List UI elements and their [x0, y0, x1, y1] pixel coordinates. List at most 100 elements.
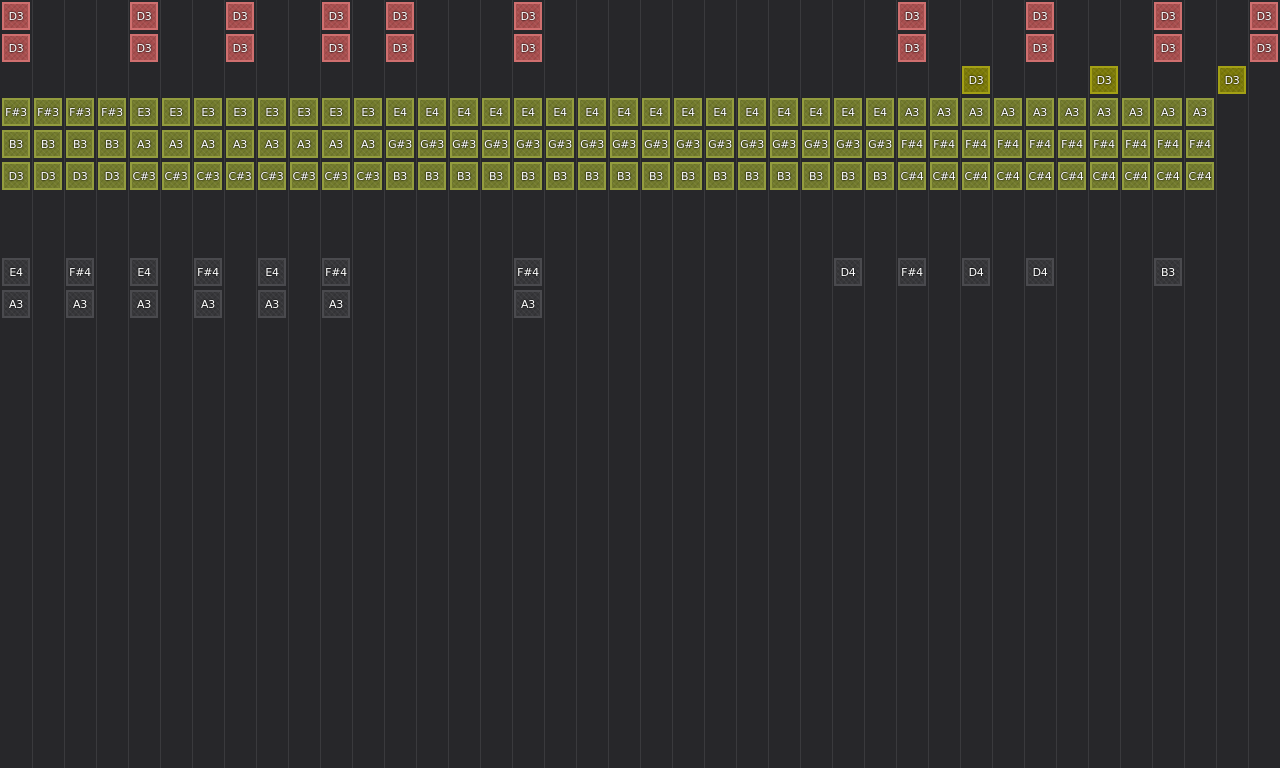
note-block-green[interactable]: E4	[706, 98, 734, 126]
note-block-green[interactable]: E3	[226, 98, 254, 126]
note-block-green[interactable]: E4	[546, 98, 574, 126]
note-block-green[interactable]: B3	[706, 162, 734, 190]
note-block-gray[interactable]: A3	[322, 290, 350, 318]
note-block-red[interactable]: D3	[1026, 34, 1054, 62]
note-block-red[interactable]: D3	[1026, 2, 1054, 30]
note-block-gray[interactable]: F#4	[66, 258, 94, 286]
note-block-green[interactable]: E4	[866, 98, 894, 126]
note-block-green[interactable]: F#4	[1090, 130, 1118, 158]
note-block-green[interactable]: G#3	[770, 130, 798, 158]
note-block-green[interactable]: A3	[290, 130, 318, 158]
note-block-red[interactable]: D3	[130, 34, 158, 62]
note-grid[interactable]: D3 D3 D3 D3 D3 D3 D3 D3 D3 D3 D3 D3 D3 D3 D3 D3 D3 D3 D3 D3…	[0, 0, 1280, 768]
note-block-green[interactable]: A3	[226, 130, 254, 158]
note-block-green[interactable]: E3	[354, 98, 382, 126]
note-block-green[interactable]: A3	[930, 98, 958, 126]
note-block-green[interactable]: C#4	[1090, 162, 1118, 190]
note-block-green[interactable]: G#3	[546, 130, 574, 158]
note-block-green[interactable]: F#4	[898, 130, 926, 158]
note-block-green[interactable]: G#3	[610, 130, 638, 158]
note-block-green[interactable]: C#4	[1026, 162, 1054, 190]
note-block-olive[interactable]: D3	[962, 66, 990, 94]
note-block-gray[interactable]: B3	[1154, 258, 1182, 286]
note-block-red[interactable]: D3	[1154, 34, 1182, 62]
note-block-green[interactable]: B3	[738, 162, 766, 190]
note-block-green[interactable]: B3	[770, 162, 798, 190]
note-block-green[interactable]: D3	[2, 162, 30, 190]
note-block-green[interactable]: B3	[674, 162, 702, 190]
note-block-green[interactable]: B3	[610, 162, 638, 190]
note-block-gray[interactable]: E4	[2, 258, 30, 286]
note-block-red[interactable]: D3	[1154, 2, 1182, 30]
note-block-green[interactable]: A3	[994, 98, 1022, 126]
note-block-green[interactable]: A3	[1058, 98, 1086, 126]
note-block-green[interactable]: C#4	[1186, 162, 1214, 190]
note-block-green[interactable]: E4	[834, 98, 862, 126]
note-block-gray[interactable]: A3	[194, 290, 222, 318]
note-block-red[interactable]: D3	[1250, 34, 1278, 62]
note-block-green[interactable]: E4	[802, 98, 830, 126]
note-block-green[interactable]: E3	[258, 98, 286, 126]
note-block-green[interactable]: E3	[162, 98, 190, 126]
note-block-green[interactable]: G#3	[866, 130, 894, 158]
note-block-green[interactable]: F#3	[34, 98, 62, 126]
note-block-green[interactable]: A3	[1154, 98, 1182, 126]
note-block-green[interactable]: E3	[130, 98, 158, 126]
note-block-green[interactable]: G#3	[706, 130, 734, 158]
note-block-green[interactable]: B3	[482, 162, 510, 190]
note-block-green[interactable]: F#4	[1186, 130, 1214, 158]
note-block-green[interactable]: C#4	[1122, 162, 1150, 190]
note-block-green[interactable]: C#4	[930, 162, 958, 190]
note-block-green[interactable]: C#3	[354, 162, 382, 190]
note-block-green[interactable]: A3	[1090, 98, 1118, 126]
note-block-green[interactable]: A3	[194, 130, 222, 158]
note-block-green[interactable]: C#3	[162, 162, 190, 190]
note-block-red[interactable]: D3	[2, 34, 30, 62]
note-block-olive[interactable]: D3	[1218, 66, 1246, 94]
note-block-green[interactable]: F#4	[1122, 130, 1150, 158]
note-block-green[interactable]: B3	[514, 162, 542, 190]
note-block-green[interactable]: E4	[482, 98, 510, 126]
note-block-green[interactable]: B3	[2, 130, 30, 158]
note-block-green[interactable]: C#3	[258, 162, 286, 190]
note-block-green[interactable]: F#4	[962, 130, 990, 158]
note-block-green[interactable]: A3	[898, 98, 926, 126]
note-block-green[interactable]: F#4	[1058, 130, 1086, 158]
note-block-green[interactable]: E3	[194, 98, 222, 126]
note-block-red[interactable]: D3	[514, 2, 542, 30]
note-block-green[interactable]: C#3	[290, 162, 318, 190]
note-block-green[interactable]: C#3	[226, 162, 254, 190]
note-block-green[interactable]: C#4	[1154, 162, 1182, 190]
note-block-green[interactable]: E4	[642, 98, 670, 126]
note-block-green[interactable]: C#4	[962, 162, 990, 190]
note-block-green[interactable]: A3	[130, 130, 158, 158]
note-block-green[interactable]: C#3	[130, 162, 158, 190]
note-block-green[interactable]: A3	[322, 130, 350, 158]
note-block-green[interactable]: F#3	[66, 98, 94, 126]
note-block-gray[interactable]: D4	[1026, 258, 1054, 286]
note-block-green[interactable]: B3	[578, 162, 606, 190]
note-block-green[interactable]: F#4	[1154, 130, 1182, 158]
note-block-gray[interactable]: A3	[66, 290, 94, 318]
note-block-green[interactable]: A3	[1186, 98, 1214, 126]
note-block-green[interactable]: E4	[674, 98, 702, 126]
note-block-gray[interactable]: A3	[130, 290, 158, 318]
note-block-green[interactable]: B3	[66, 130, 94, 158]
note-block-green[interactable]: D3	[98, 162, 126, 190]
note-block-gray[interactable]: A3	[2, 290, 30, 318]
note-block-gray[interactable]: E4	[258, 258, 286, 286]
note-block-green[interactable]: F#3	[2, 98, 30, 126]
note-block-green[interactable]: D3	[66, 162, 94, 190]
note-block-red[interactable]: D3	[130, 2, 158, 30]
note-block-green[interactable]: B3	[642, 162, 670, 190]
note-block-green[interactable]: A3	[258, 130, 286, 158]
note-block-red[interactable]: D3	[898, 34, 926, 62]
note-block-green[interactable]: B3	[386, 162, 414, 190]
note-block-green[interactable]: C#3	[322, 162, 350, 190]
note-block-green[interactable]: B3	[802, 162, 830, 190]
note-block-green[interactable]: B3	[546, 162, 574, 190]
note-block-green[interactable]: E4	[610, 98, 638, 126]
note-block-green[interactable]: G#3	[450, 130, 478, 158]
note-block-green[interactable]: B3	[98, 130, 126, 158]
note-block-green[interactable]: E3	[290, 98, 318, 126]
